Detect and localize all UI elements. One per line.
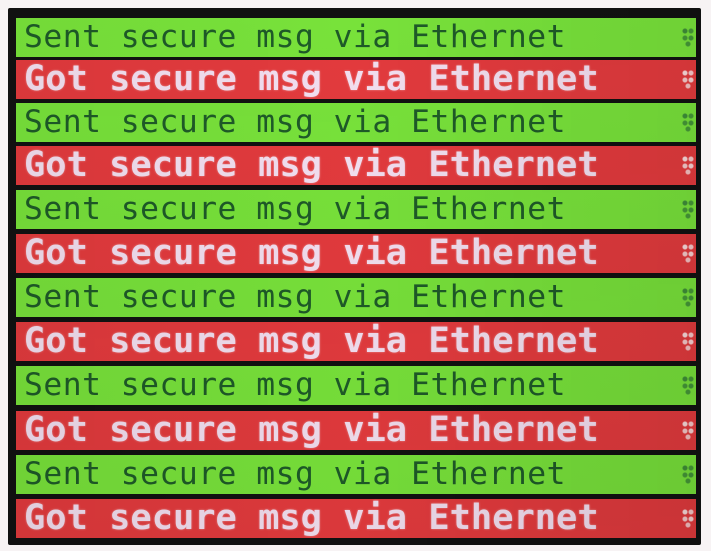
received-message-text: Got secure msg via Ethernet	[24, 322, 599, 361]
sent-message-text: Sent secure msg via Ethernet	[24, 367, 566, 403]
received-message-text: Got secure msg via Ethernet	[24, 411, 599, 450]
sent-message-line: Sent secure msg via Ethernet	[16, 190, 696, 229]
received-message-line: Got secure msg via Ethernet	[16, 234, 696, 273]
sent-message-line: Sent secure msg via Ethernet	[16, 455, 696, 494]
received-message-text: Got secure msg via Ethernet	[24, 499, 599, 538]
sent-message-text: Sent secure msg via Ethernet	[24, 19, 566, 55]
garbled-glyph-icon	[680, 198, 696, 220]
garbled-glyph-icon	[680, 374, 696, 396]
garbled-glyph-icon	[680, 419, 696, 441]
garbled-glyph-icon	[680, 286, 696, 308]
received-message-line: Got secure msg via Ethernet	[16, 411, 696, 450]
sent-message-line: Sent secure msg via Ethernet	[16, 18, 696, 57]
sent-message-text: Sent secure msg via Ethernet	[24, 104, 566, 140]
garbled-glyph-icon	[680, 68, 696, 90]
sent-message-line: Sent secure msg via Ethernet	[16, 366, 696, 405]
sent-message-text: Sent secure msg via Ethernet	[24, 456, 566, 492]
sent-message-text: Sent secure msg via Ethernet	[24, 279, 566, 315]
received-message-line: Got secure msg via Ethernet	[16, 146, 696, 185]
received-message-text: Got secure msg via Ethernet	[24, 146, 599, 185]
sent-message-text: Sent secure msg via Ethernet	[24, 191, 566, 227]
received-message-text: Got secure msg via Ethernet	[24, 234, 599, 273]
received-message-line: Got secure msg via Ethernet	[16, 322, 696, 361]
sent-message-line: Sent secure msg via Ethernet	[16, 278, 696, 317]
received-message-line: Got secure msg via Ethernet	[16, 60, 696, 99]
received-message-line: Got secure msg via Ethernet	[16, 499, 696, 538]
garbled-glyph-icon	[680, 26, 696, 48]
sent-message-line: Sent secure msg via Ethernet	[16, 103, 696, 142]
garbled-glyph-icon	[680, 507, 696, 529]
garbled-glyph-icon	[680, 463, 696, 485]
garbled-glyph-icon	[680, 111, 696, 133]
garbled-glyph-icon	[680, 330, 696, 352]
lcd-screen: Sent secure msg via Ethernet Got secure …	[8, 8, 701, 545]
photo-frame: Sent secure msg via Ethernet Got secure …	[0, 0, 711, 551]
garbled-glyph-icon	[680, 242, 696, 264]
garbled-glyph-icon	[680, 154, 696, 176]
received-message-text: Got secure msg via Ethernet	[24, 60, 599, 99]
